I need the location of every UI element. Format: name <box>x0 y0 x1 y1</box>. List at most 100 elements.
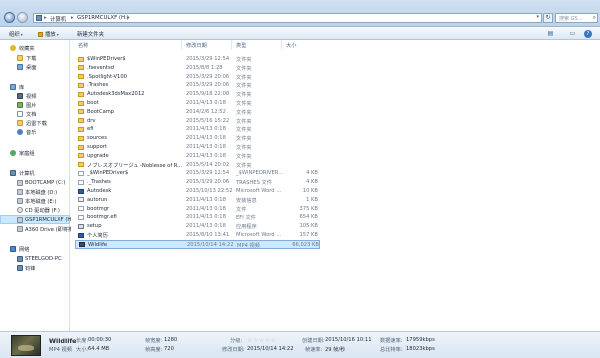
star-icon <box>10 45 16 51</box>
forward-button[interactable]: › <box>17 12 28 23</box>
file-row[interactable]: $WinPEDriver$ 2015/3/29 12:54 文件夹 <box>75 55 320 64</box>
breadcrumb-separator: ▸ <box>71 15 74 21</box>
file-row[interactable]: BootCamp 2014/2/6 12:52 文件夹 <box>75 108 320 117</box>
details-title: Wildlife <box>49 337 77 345</box>
nav-drive-c[interactable]: BOOTCAMP (C:) <box>0 179 70 188</box>
created-label: 创建日期: <box>302 338 325 344</box>
column-header-size[interactable]: 大小 <box>286 42 296 49</box>
file-name: setup <box>87 223 102 230</box>
size-value: 64.4 MB <box>88 346 110 352</box>
file-row[interactable]: Autodesk3dsMax2012 2015/9/18 22:08 文件夹 <box>75 90 320 99</box>
nav-thunder[interactable]: 迅雷下载 <box>0 119 70 128</box>
nav-drive-e[interactable]: 本地磁盘 (E:) <box>0 197 70 206</box>
column-header-name[interactable]: 名称 <box>78 42 88 49</box>
file-icon <box>78 214 84 220</box>
file-date: 2011/4/13 0:18 <box>186 100 226 106</box>
file-row[interactable]: bootmgr.efi 2011/4/13 0:18 EFI 文件 654 KB <box>75 213 320 222</box>
file-row[interactable]: support 2011/4/13 0:18 文件夹 <box>75 143 320 152</box>
nav-network[interactable]: 网络 <box>0 245 70 254</box>
file-row[interactable]: .Spotlight-V100 2015/3/29 20:06 文件夹 <box>75 73 320 82</box>
address-bar[interactable]: ▸ 计算机 ▸ GSP1RMCULXF (H:) ▸ ▾ <box>33 13 542 23</box>
file-date: 2011/4/13 0:18 <box>186 135 226 142</box>
file-type: MP4 视频 <box>237 242 260 249</box>
file-row[interactable]: _$WinPEDriver$ 2015/3/29 12:54 _$WINPEDRIV… <box>75 169 320 178</box>
file-row[interactable]: upgrade 2011/4/13 0:18 文件夹 <box>75 152 320 161</box>
framerate-value: 29 帧/秒 <box>325 347 346 353</box>
nav-videos[interactable]: 视频 <box>0 92 70 101</box>
nav-drive-h[interactable]: GSP1RMCULXF (H:) <box>0 215 75 224</box>
file-type: 文件夹 <box>236 153 252 160</box>
nav-favorites[interactable]: 收藏夹 <box>0 44 70 53</box>
column-divider[interactable] <box>181 40 182 50</box>
navigation-pane: 收藏夹 下载 桌面 库 视频 图片 文档 迅雷下载 音乐 家庭组 计算机 BOO… <box>0 40 75 331</box>
column-header-date[interactable]: 修改日期 <box>186 42 207 49</box>
file-date: 2011/4/13 0:18 <box>186 152 226 159</box>
nav-network-pc-1[interactable]: STEELGOD-PC <box>0 255 70 264</box>
modified-value: 2015/10/14 14:22 <box>247 346 294 352</box>
column-header-type[interactable]: 类型 <box>236 42 246 49</box>
nav-network-pc-2[interactable]: 钧锋 <box>0 264 70 273</box>
new-folder-button[interactable]: 新建文件夹 <box>77 30 104 38</box>
file-row[interactable]: 个人简历 2015/8/10 13:41 Microsoft Word ... 157… <box>75 231 320 240</box>
chevron-down-icon: ▾ <box>20 32 23 37</box>
file-size: 66,023 KB <box>292 241 319 248</box>
preview-pane-icon[interactable]: ▭ <box>568 29 577 38</box>
nav-homegroup[interactable]: 家庭组 <box>0 149 70 158</box>
file-row[interactable]: Autodesk 2015/10/13 22:52 Microsoft Word .… <box>75 187 320 196</box>
file-row[interactable]: drv 2015/5/16 15:22 文件夹 <box>75 117 320 126</box>
computer-icon <box>36 15 42 21</box>
nav-drive-f[interactable]: CD 驱动器 (F:) <box>0 206 70 215</box>
file-row[interactable]: sources 2011/4/13 0:18 文件夹 <box>75 134 320 143</box>
file-row[interactable]: efi 2011/4/13 0:18 文件夹 <box>75 125 320 134</box>
file-row[interactable]: .fseventsd 2015/8/8 1:28 文件夹 <box>75 64 320 73</box>
file-type: 文件夹 <box>236 74 252 81</box>
nav-computer[interactable]: 计算机 <box>0 169 70 178</box>
file-row[interactable]: setup 2011/4/13 0:18 应用程序 105 KB <box>75 222 320 231</box>
nav-downloads[interactable]: 下载 <box>0 54 70 63</box>
folder-icon <box>78 56 84 62</box>
file-name: bootmgr.efi <box>87 214 117 221</box>
file-type: 文件夹 <box>236 83 252 90</box>
breadcrumb-drive[interactable]: GSP1RMCULXF (H:) <box>77 15 129 21</box>
nav-desktop[interactable]: 桌面 <box>0 63 70 72</box>
file-type: TRASHES 文件 <box>236 180 272 187</box>
file-date: 2011/4/13 0:18 <box>186 144 226 150</box>
view-options-icon[interactable]: ▤ <box>546 29 555 38</box>
download-folder-icon <box>17 55 23 61</box>
nav-pictures[interactable]: 图片 <box>0 101 70 110</box>
usb-drive-icon <box>17 217 23 223</box>
nav-documents[interactable]: 文档 <box>0 110 70 119</box>
nav-drive-i[interactable]: A360 Drive (即将推 <box>0 225 73 234</box>
file-name: ノブレスオブリージュ -Noblesse of R... <box>87 162 183 169</box>
nav-music[interactable]: 音乐 <box>0 128 70 137</box>
file-row[interactable]: .Trashes 2015/3/29 20:06 文件夹 <box>75 81 320 90</box>
file-date: 2015/3/29 20:06 <box>186 82 230 89</box>
file-row[interactable]: boot 2011/4/13 0:18 文件夹 <box>75 99 320 108</box>
organize-button[interactable]: 组织▾ <box>9 30 23 38</box>
nav-libraries[interactable]: 库 <box>0 83 70 92</box>
file-size: 105 KB <box>299 223 318 230</box>
column-divider[interactable] <box>281 40 282 50</box>
computer-icon <box>10 170 16 176</box>
nav-label: CD 驱动器 (F:) <box>25 208 60 214</box>
breadcrumb-computer[interactable]: 计算机 <box>50 15 66 23</box>
refresh-button[interactable]: ↻ <box>543 13 553 23</box>
file-row[interactable]: bootmgr 2011/4/13 0:18 文件 375 KB <box>75 205 320 214</box>
help-icon[interactable]: ? <box>584 30 592 38</box>
file-row[interactable]: ._Trashes 2015/3/29 20:06 TRASHES 文件 4 KB <box>75 178 320 187</box>
address-dropdown-icon[interactable]: ▾ <box>536 14 539 20</box>
play-button[interactable]: 播放▾ <box>38 30 59 38</box>
folder-icon <box>78 91 84 97</box>
file-row[interactable]: autorun 2011/4/13 0:18 安装信息 1 KB <box>75 196 320 205</box>
column-divider[interactable] <box>231 40 232 50</box>
modified-label: 修改日期: <box>222 347 245 353</box>
file-row[interactable]: ノブレスオブリージュ -Noblesse of R... 2015/5/14 20… <box>75 161 320 170</box>
nav-label: 文档 <box>26 112 37 118</box>
back-button[interactable]: ‹ <box>4 12 15 23</box>
nav-label: 迅雷下载 <box>26 121 47 127</box>
file-name: bootmgr <box>87 205 110 212</box>
file-row[interactable]: Wildlife 2015/10/14 14:22 MP4 视频 66,023 KB <box>75 239 320 249</box>
search-input[interactable]: 搜索 GS... ⌕ <box>555 13 598 23</box>
nav-drive-d[interactable]: 本地磁盘 (D:) <box>0 188 70 197</box>
rating-stars[interactable]: ☆☆☆☆☆ <box>247 337 276 344</box>
